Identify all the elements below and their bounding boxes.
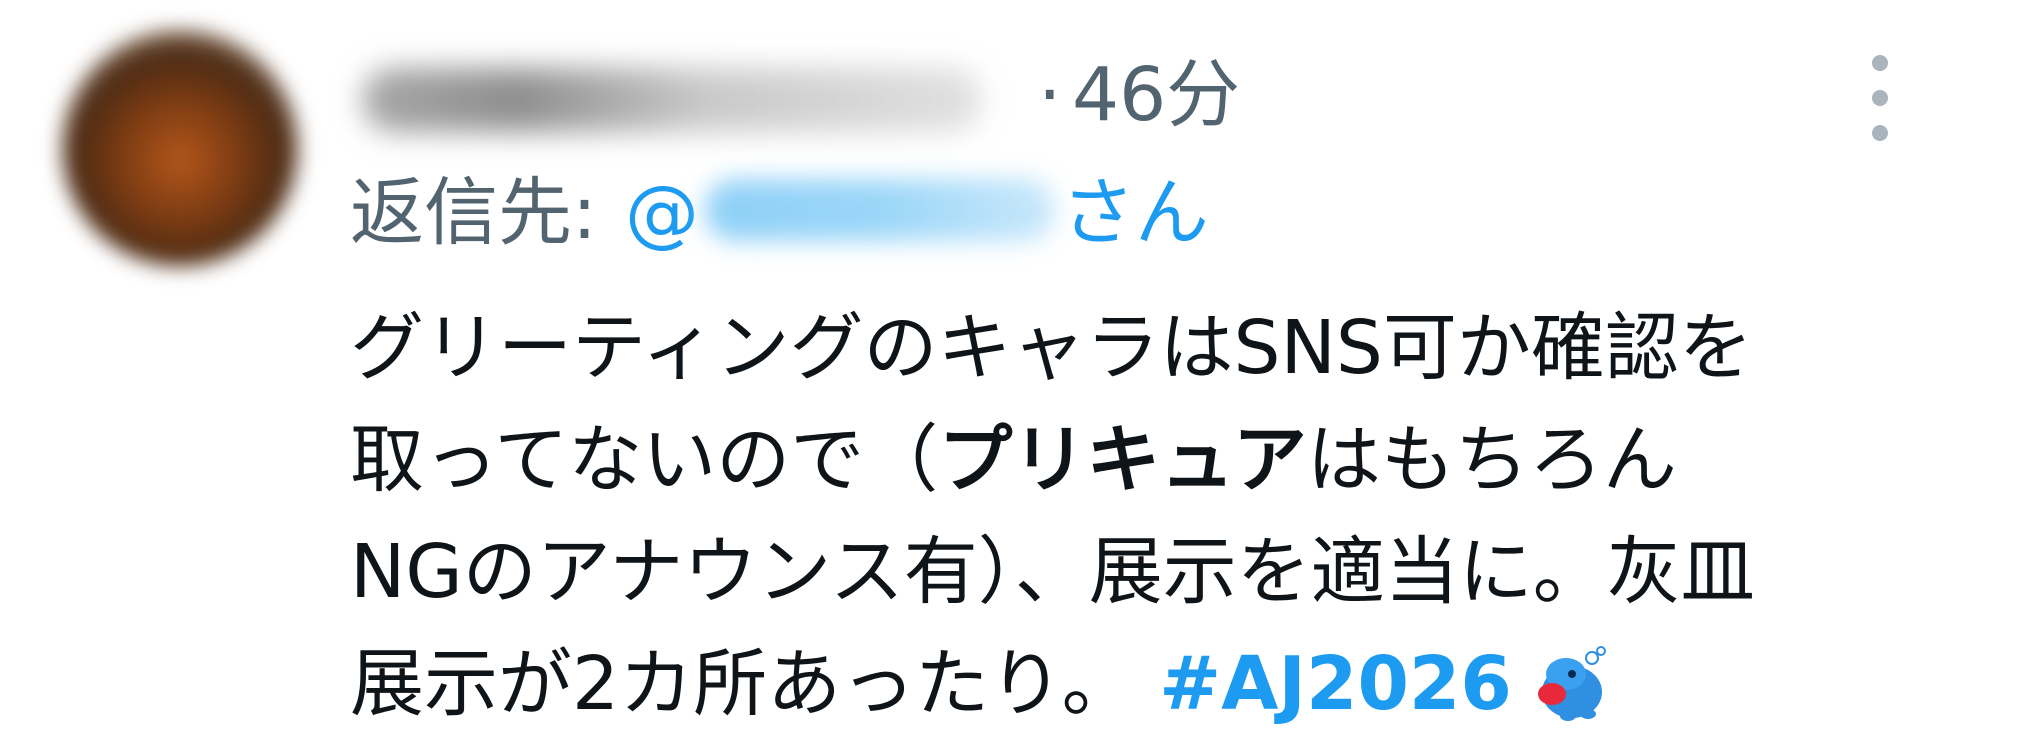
reply-to: 返信先: @ さん [350, 158, 1850, 268]
hashtag-mascot-emoji [1537, 646, 1606, 722]
author-name-blurred[interactable] [362, 68, 982, 132]
tweet-text: グリーティングのキャラはSNS可か確認を 取ってないので（プリキュアはもちろん … [350, 292, 1990, 740]
hashtag-link[interactable]: #AJ2026 [1159, 641, 1512, 727]
separator-dot: · [1038, 52, 1062, 138]
tweet-text-line: 展示が2カ所あったり。 #AJ2026 [350, 628, 1990, 740]
reply-label: 返信先: [350, 170, 597, 256]
bold-keyword: プリキュア [938, 417, 1307, 503]
tweet[interactable]: · 46分 返信先: @ さん グリーティングのキャラはSNS可か確認を 取ってない… [0, 0, 2018, 740]
tweet-text-line: NGのアナウンス有）、展示を適当に。灰皿 [350, 529, 1755, 615]
avatar[interactable] [62, 30, 298, 266]
tweet-text-segment: 取ってないので（ [350, 417, 939, 503]
more-dot [1872, 125, 1888, 141]
tweet-header: · 46分 [350, 40, 1970, 150]
more-vertical-icon[interactable] [1855, 55, 1905, 141]
tweet-text-segment: 展示が2カ所あったり。 [350, 641, 1136, 727]
more-dot [1872, 55, 1888, 71]
reply-handle-blurred[interactable] [704, 179, 1055, 242]
reply-suffix[interactable]: さん [1061, 170, 1209, 256]
more-dot [1872, 90, 1888, 106]
tweet-text-segment: はもちろん [1306, 417, 1677, 503]
reply-at-sign[interactable]: @ [625, 170, 699, 256]
tweet-text-line: 取ってないので（プリキュアはもちろん [350, 404, 1990, 516]
tweet-time[interactable]: 46分 [1072, 40, 1240, 150]
tweet-text-line: グリーティングのキャラはSNS可か確認を [350, 305, 1753, 391]
